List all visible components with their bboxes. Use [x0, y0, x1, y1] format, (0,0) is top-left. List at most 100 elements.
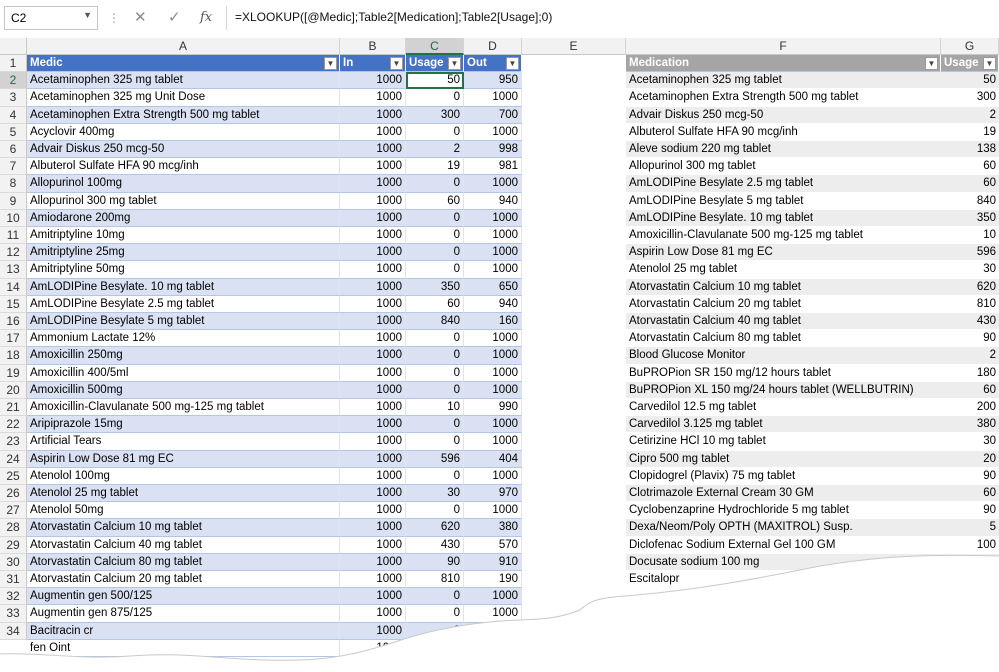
- table1-cell[interactable]: Artificial Tears: [27, 433, 340, 451]
- table1-cell[interactable]: Amitriptyline 25mg: [27, 244, 340, 262]
- table1-cell[interactable]: Acetaminophen 325 mg Unit Dose: [27, 89, 340, 107]
- table1-cell[interactable]: 1000: [340, 72, 406, 90]
- table1-cell[interactable]: 650: [464, 278, 522, 296]
- table1-cell[interactable]: 1000: [340, 622, 406, 640]
- filter-dropdown-icon[interactable]: ▼: [448, 57, 461, 70]
- table1-cell[interactable]: 1000: [340, 192, 406, 210]
- table1-cell[interactable]: 620: [406, 519, 464, 537]
- table1-cell[interactable]: 30: [406, 485, 464, 503]
- column-header-e[interactable]: E: [522, 38, 626, 55]
- table1-cell[interactable]: 1000: [340, 89, 406, 107]
- filter-dropdown-icon[interactable]: ▼: [390, 57, 403, 70]
- row-header[interactable]: 10: [0, 209, 27, 227]
- table1-cell[interactable]: 190: [464, 571, 522, 589]
- table2-cell[interactable]: Atorvastatin Calcium 10 mg tablet: [626, 278, 941, 296]
- table1-cell[interactable]: 1000: [340, 330, 406, 348]
- table2-cell[interactable]: Acetaminophen Extra Strength 500 mg tabl…: [626, 89, 941, 107]
- row-header[interactable]: 28: [0, 519, 27, 537]
- table1-cell[interactable]: fen Oint: [27, 639, 340, 657]
- table1-cell[interactable]: Aripiprazole 15mg: [27, 416, 340, 434]
- row-header[interactable]: 12: [0, 244, 27, 262]
- table2-cell[interactable]: 30: [941, 433, 999, 451]
- table1-cell[interactable]: 300: [406, 106, 464, 124]
- table1-cell[interactable]: 0: [406, 209, 464, 227]
- row-header[interactable]: 9: [0, 192, 27, 210]
- table1-cell[interactable]: 1000: [464, 502, 522, 520]
- table1-cell[interactable]: [406, 639, 464, 657]
- table1-cell[interactable]: 350: [406, 278, 464, 296]
- table1-cell[interactable]: 1000: [464, 416, 522, 434]
- row-header[interactable]: 14: [0, 278, 27, 296]
- table2-cell[interactable]: 300: [941, 89, 999, 107]
- table1-cell[interactable]: 1000: [340, 553, 406, 571]
- table1-cell[interactable]: 0: [406, 244, 464, 262]
- table2-cell[interactable]: [941, 553, 999, 571]
- row-header[interactable]: 30: [0, 553, 27, 571]
- table1-cell[interactable]: Amoxicillin 400/5ml: [27, 364, 340, 382]
- table1-cell[interactable]: Aspirin Low Dose 81 mg EC: [27, 450, 340, 468]
- table2-cell[interactable]: 138: [941, 141, 999, 159]
- table1-cell[interactable]: 1000: [340, 278, 406, 296]
- table1-cell[interactable]: 1000: [340, 123, 406, 141]
- table2-cell[interactable]: Cyclobenzaprine Hydrochloride 5 mg table…: [626, 502, 941, 520]
- table2-cell[interactable]: Atenolol 25 mg tablet: [626, 261, 941, 279]
- table1-cell[interactable]: Atorvastatin Calcium 40 mg tablet: [27, 536, 340, 554]
- table2-cell[interactable]: Atorvastatin Calcium 80 mg tablet: [626, 330, 941, 348]
- name-box[interactable]: C2 ▼: [4, 6, 98, 30]
- table2-cell[interactable]: Albuterol Sulfate HFA 90 mcg/inh: [626, 124, 941, 141]
- table2-cell[interactable]: 2: [941, 347, 999, 365]
- table2-cell[interactable]: Docusate sodium 100 mg: [626, 553, 941, 571]
- table2-cell[interactable]: 5: [941, 519, 999, 537]
- table1-cell[interactable]: 1000: [340, 519, 406, 537]
- row-header[interactable]: 22: [0, 416, 27, 434]
- table2-cell[interactable]: 620: [941, 278, 999, 296]
- table1-cell[interactable]: 0: [406, 261, 464, 279]
- table2-cell[interactable]: 180: [941, 365, 999, 382]
- table1-cell[interactable]: 0: [406, 364, 464, 382]
- table2-cell[interactable]: Clopidogrel (Plavix) 75 mg tablet: [626, 468, 941, 485]
- table1-cell[interactable]: 810: [406, 571, 464, 589]
- table1-cell[interactable]: Amoxicillin 250mg: [27, 347, 340, 365]
- table2-cell[interactable]: 596: [941, 244, 999, 262]
- table1-cell[interactable]: 10: [464, 622, 522, 640]
- table1-cell[interactable]: 1000: [340, 605, 406, 623]
- table1-cell[interactable]: 0: [406, 347, 464, 365]
- table1-cell[interactable]: 1000: [340, 347, 406, 365]
- row-header[interactable]: 1: [0, 55, 27, 73]
- table1-cell[interactable]: Ammonium Lactate 12%: [27, 330, 340, 348]
- table2-cell[interactable]: 60: [941, 485, 999, 503]
- table2-cell[interactable]: 90: [941, 330, 999, 348]
- table1-cell[interactable]: 1000: [340, 399, 406, 417]
- table1-cell[interactable]: 380: [464, 519, 522, 537]
- table1-cell[interactable]: 1000: [464, 261, 522, 279]
- table1-cell[interactable]: 0: [406, 416, 464, 434]
- table1-cell[interactable]: 0: [406, 433, 464, 451]
- table1-cell[interactable]: 1000: [464, 364, 522, 382]
- table1-cell[interactable]: 1000: [340, 106, 406, 124]
- row-header[interactable]: 20: [0, 381, 27, 399]
- row-header[interactable]: 5: [0, 123, 27, 141]
- insert-function-icon[interactable]: fx: [200, 10, 212, 25]
- table2-cell[interactable]: 380: [941, 416, 999, 434]
- row-header[interactable]: 3: [0, 89, 27, 107]
- table2-cell[interactable]: Atorvastatin Calcium 40 mg tablet: [626, 313, 941, 331]
- table2-cell[interactable]: Advair Diskus 250 mcg-50: [626, 106, 941, 124]
- table2-cell[interactable]: AmLODIPine Besylate. 10 mg tablet: [626, 209, 941, 227]
- filter-dropdown-icon[interactable]: ▼: [983, 57, 996, 70]
- table1-cell[interactable]: Atenolol 50mg: [27, 502, 340, 520]
- table1-cell[interactable]: 1000: [340, 588, 406, 606]
- table1-cell[interactable]: 1000: [340, 175, 406, 193]
- table1-cell[interactable]: 0: [406, 622, 464, 640]
- table2-cell[interactable]: Blood Glucose Monitor: [626, 347, 941, 365]
- table1-cell[interactable]: 404: [464, 450, 522, 468]
- table2-cell[interactable]: 30: [941, 261, 999, 279]
- table1-cell[interactable]: 970: [464, 485, 522, 503]
- row-header[interactable]: 19: [0, 364, 27, 382]
- table1-cell[interactable]: 19: [406, 158, 464, 176]
- table1-cell[interactable]: 60: [406, 295, 464, 313]
- row-header[interactable]: 32: [0, 588, 27, 606]
- table1-cell[interactable]: Atorvastatin Calcium 10 mg tablet: [27, 519, 340, 537]
- row-header[interactable]: 2: [0, 72, 27, 90]
- filter-dropdown-icon[interactable]: ▼: [925, 57, 938, 70]
- table2-cell[interactable]: BuPROPion XL 150 mg/24 hours tablet (WEL…: [626, 381, 941, 399]
